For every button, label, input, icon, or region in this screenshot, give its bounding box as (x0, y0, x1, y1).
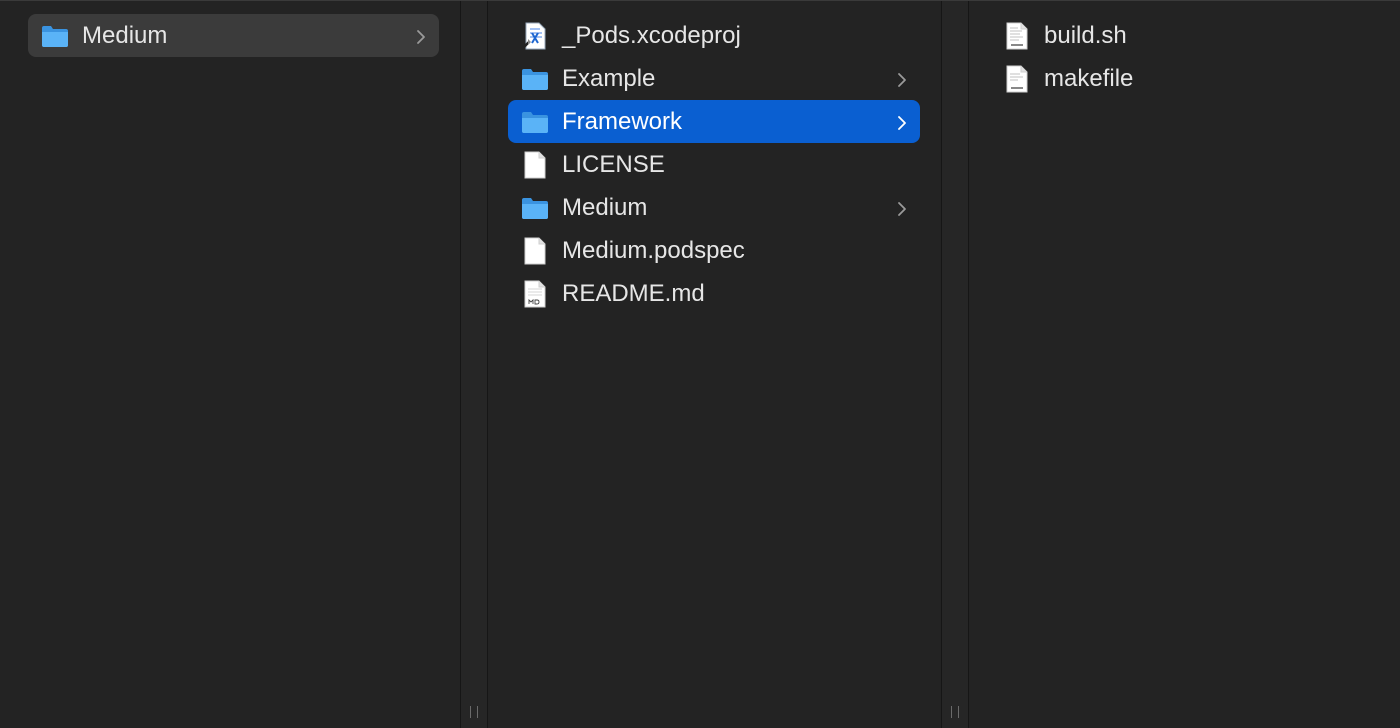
row-example[interactable]: Example (508, 57, 920, 100)
row-pods-xcodeproj[interactable]: _Pods.xcodeproj (508, 14, 920, 57)
finder-column-view: Medium _Pods.xcodeproj Example Framework… (0, 0, 1400, 728)
row-label: makefile (1044, 64, 1134, 92)
column-3[interactable]: build.sh makefile (970, 1, 1400, 728)
row-medium-root[interactable]: Medium (28, 14, 439, 57)
folder-icon (40, 21, 70, 51)
row-medium[interactable]: Medium (508, 186, 920, 229)
xcodeproj-icon (520, 21, 550, 51)
resize-grip-icon (470, 706, 478, 718)
row-medium-podspec[interactable]: Medium.podspec (508, 229, 920, 272)
resize-grip-icon (951, 706, 959, 718)
folder-icon (520, 193, 550, 223)
makefile-icon (1002, 64, 1032, 94)
column-2[interactable]: _Pods.xcodeproj Example Framework LICENS… (489, 1, 941, 728)
markdown-file-icon (520, 279, 550, 309)
chevron-right-icon (892, 112, 912, 132)
row-framework[interactable]: Framework (508, 100, 920, 143)
row-build-sh[interactable]: build.sh (990, 14, 1390, 57)
row-label: Framework (562, 107, 683, 135)
row-label: build.sh (1044, 21, 1127, 49)
chevron-right-icon (892, 69, 912, 89)
chevron-right-icon (892, 198, 912, 218)
shell-script-icon (1002, 21, 1032, 51)
column-resize-handle[interactable] (460, 1, 488, 728)
row-readme[interactable]: README.md (508, 272, 920, 315)
row-label: Example (562, 64, 656, 92)
row-label: _Pods.xcodeproj (562, 21, 741, 49)
column-1[interactable]: Medium (0, 1, 460, 728)
row-label: Medium (562, 193, 648, 221)
row-label: LICENSE (562, 150, 665, 178)
row-license[interactable]: LICENSE (508, 143, 920, 186)
chevron-right-icon (411, 26, 431, 46)
row-label: Medium (82, 21, 168, 49)
folder-icon (520, 107, 550, 137)
document-icon (520, 150, 550, 180)
folder-icon (520, 64, 550, 94)
column-resize-handle[interactable] (941, 1, 969, 728)
document-icon (520, 236, 550, 266)
row-label: Medium.podspec (562, 236, 745, 264)
row-label: README.md (562, 279, 705, 307)
row-makefile[interactable]: makefile (990, 57, 1390, 100)
